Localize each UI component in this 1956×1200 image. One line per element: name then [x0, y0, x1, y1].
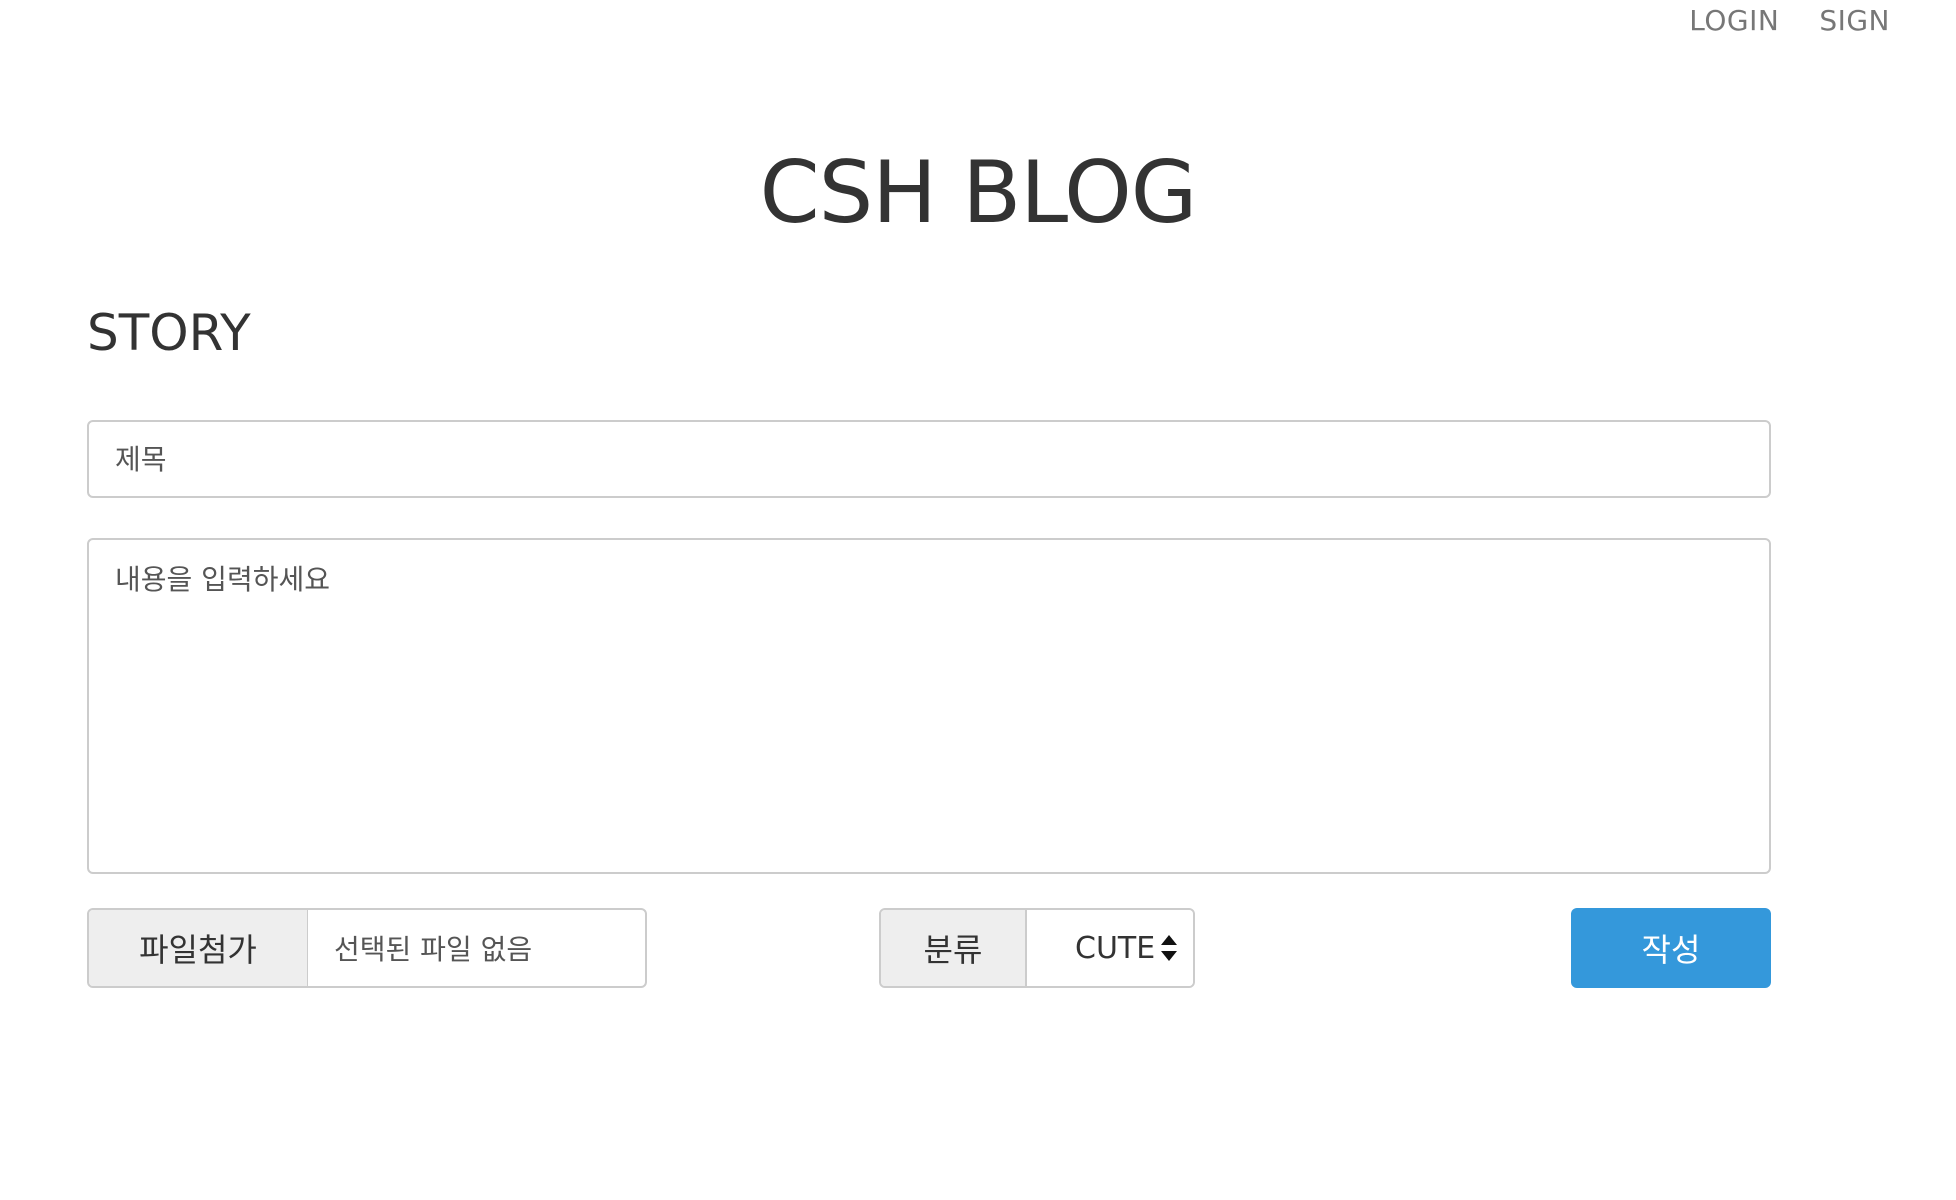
content-textarea[interactable] — [87, 538, 1771, 874]
page: LOGIN SIGN CSH BLOG STORY 파일첨가 선택된 파일 없음… — [0, 0, 1956, 1200]
file-status-text: 선택된 파일 없음 — [334, 933, 533, 966]
section-title: STORY — [87, 304, 251, 362]
file-attach-button[interactable]: 파일첨가 — [89, 910, 308, 986]
category-select[interactable]: CUTE — [1027, 910, 1193, 986]
site-title: CSH BLOG — [759, 143, 1198, 243]
arrow-down-icon — [1161, 951, 1177, 961]
submit-button[interactable]: 작성 — [1571, 908, 1771, 988]
select-arrows-icon — [1161, 935, 1177, 961]
file-attach-group: 파일첨가 선택된 파일 없음 — [87, 908, 647, 988]
title-input[interactable] — [87, 420, 1771, 498]
category-group: 분류 CUTE — [879, 908, 1195, 988]
login-link[interactable]: LOGIN — [1689, 4, 1779, 37]
sign-link[interactable]: SIGN — [1819, 4, 1890, 37]
category-selected-value: CUTE — [1075, 930, 1156, 966]
arrow-up-icon — [1161, 935, 1177, 945]
top-nav: LOGIN SIGN — [1689, 0, 1890, 40]
category-label: 분류 — [881, 910, 1027, 986]
